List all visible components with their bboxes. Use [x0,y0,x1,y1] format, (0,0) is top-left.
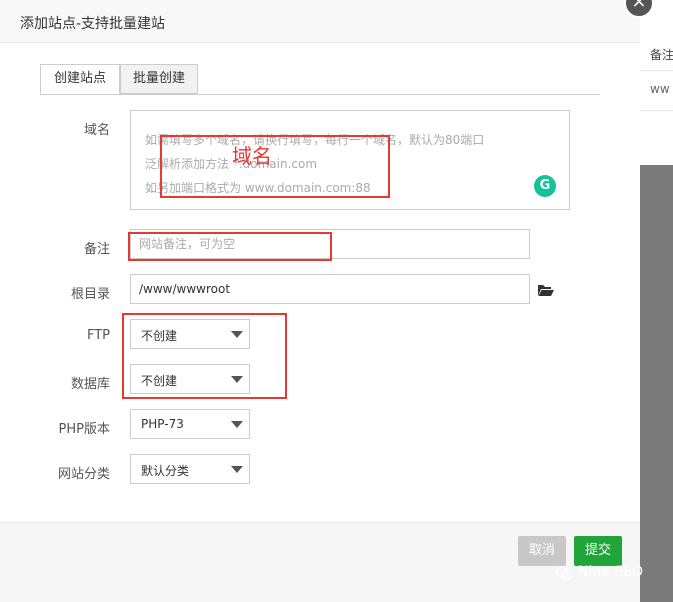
annotation-text-domain: 域名 [232,144,272,168]
close-icon: × [631,0,647,12]
background-table: 备注 ww [640,0,673,165]
tab-create-site[interactable]: 创建站点 [40,64,120,94]
grammarly-icon-letter: G [539,178,551,193]
annotation-box-domain [160,135,390,198]
cancel-button[interactable]: 取消 [518,536,566,566]
wechat-icon [556,566,572,580]
submit-button[interactable]: 提交 [574,536,622,566]
modal-title: 添加站点-支持批量建站 [20,16,166,32]
site-category-select-value: 默认分类 [141,464,190,478]
annotation-box-ftp-database [122,313,287,399]
database-label: 数据库 [70,377,110,392]
root-dir-input[interactable] [130,274,530,304]
background-table-row: ww [640,70,673,111]
background-header-cell: 备注 [650,48,673,62]
tab-batch-create[interactable]: 批量创建 [120,64,198,94]
annotation-box-remark [128,232,332,261]
modal-footer: 取消 提交 [0,522,640,602]
site-category-label: 网站分类 [57,467,110,482]
watermark-text: Nina SEO [578,564,644,580]
tab-bar: 创建站点 批量创建 [40,64,600,95]
site-category-select[interactable]: 默认分类 [130,454,250,484]
folder-open-icon[interactable] [538,283,554,297]
chevron-down-icon [231,466,243,473]
grammarly-icon[interactable]: G [534,175,556,197]
php-version-select-value: PHP-73 [141,417,184,431]
domain-label: 域名 [83,123,110,138]
root-dir-label: 根目录 [70,287,110,302]
php-version-select[interactable]: PHP-73 [130,409,250,439]
ftp-label: FTP [86,328,110,343]
add-site-modal: 添加站点-支持批量建站 创建站点 批量创建 域名 如需填写多个域名，请换行填写，… [0,0,640,602]
remark-label: 备注 [83,242,110,257]
php-version-label: PHP版本 [58,422,110,437]
background-row-cell: ww [650,82,670,96]
chevron-down-icon [231,421,243,428]
modal-header: 添加站点-支持批量建站 [0,0,640,43]
